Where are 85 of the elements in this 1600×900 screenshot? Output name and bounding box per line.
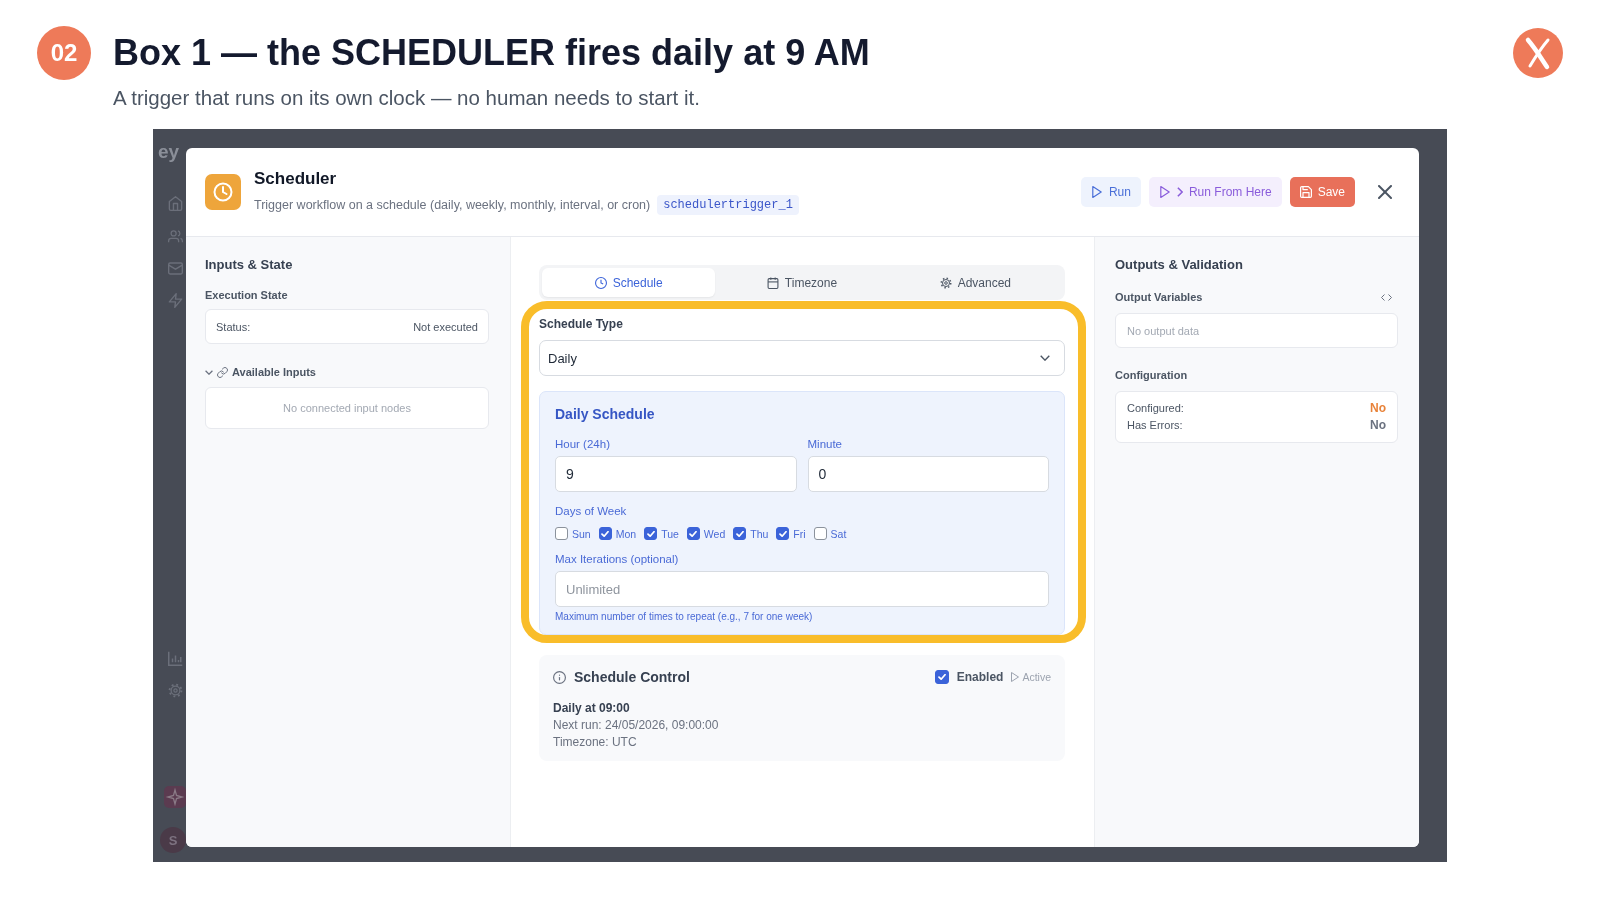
minute-input[interactable]: 0 bbox=[807, 456, 1049, 492]
tick-icon bbox=[689, 530, 698, 537]
field-label: Max Iterations (optional) bbox=[555, 552, 679, 566]
config-value: No bbox=[1370, 400, 1386, 417]
status-text: Active bbox=[1022, 671, 1051, 683]
play-icon bbox=[1090, 186, 1103, 198]
checkbox[interactable] bbox=[813, 527, 827, 540]
section-label: Execution State bbox=[205, 288, 288, 302]
tick-icon bbox=[778, 530, 787, 537]
day-label: Fri bbox=[793, 527, 806, 540]
config-label: Has Errors: bbox=[1127, 418, 1183, 433]
gear-icon[interactable] bbox=[168, 683, 183, 698]
checkbox[interactable] bbox=[555, 527, 568, 540]
step-number-badge: 02 bbox=[37, 26, 91, 80]
day-label: Mon bbox=[615, 527, 637, 540]
dialog-description: Trigger workflow on a schedule (daily, weekly, monthly, interval, or cron) bbox=[254, 198, 651, 212]
card-title: Schedule Control bbox=[574, 669, 690, 685]
tick-icon bbox=[646, 530, 655, 537]
empty-state-text: No connected input nodes bbox=[283, 402, 411, 414]
field-label: Days of Week bbox=[555, 504, 627, 518]
chevron-right-icon bbox=[1176, 187, 1183, 197]
panel-title: Inputs & State bbox=[205, 257, 293, 273]
run-button[interactable]: Run bbox=[1080, 177, 1141, 207]
available-inputs-toggle[interactable]: Available Inputs bbox=[205, 365, 316, 379]
clock-icon bbox=[205, 174, 241, 210]
dialog-title: Scheduler bbox=[254, 169, 337, 189]
checkbox[interactable] bbox=[934, 670, 949, 684]
day-label: Wed bbox=[703, 527, 726, 540]
field-label: Hour (24h) bbox=[555, 437, 610, 451]
bar-chart-icon[interactable] bbox=[168, 651, 183, 666]
checkbox[interactable] bbox=[644, 527, 658, 540]
mail-icon[interactable] bbox=[168, 261, 183, 276]
calendar-icon bbox=[766, 276, 779, 289]
chevron-down-icon bbox=[1040, 355, 1050, 361]
empty-state-text: No output data bbox=[1127, 324, 1200, 337]
section-label: Configuration bbox=[1115, 368, 1188, 382]
enabled-label: Enabled bbox=[956, 670, 1004, 684]
users-icon[interactable] bbox=[168, 229, 183, 244]
play-icon bbox=[1011, 672, 1020, 682]
config-value: No bbox=[1370, 417, 1386, 434]
tab[interactable]: Timezone bbox=[715, 268, 889, 297]
bolt-icon[interactable] bbox=[168, 293, 183, 308]
day-label: Thu bbox=[750, 527, 769, 540]
slide-subtitle: A trigger that runs on its own clock — no human needs to start it. bbox=[113, 86, 700, 110]
panel-title: Outputs & Validation bbox=[1115, 257, 1243, 273]
tick-icon bbox=[601, 530, 610, 537]
timezone-text: Timezone: UTC bbox=[553, 735, 637, 749]
hour-input[interactable]: 9 bbox=[555, 456, 797, 492]
code-icon[interactable] bbox=[1381, 293, 1392, 301]
tab[interactable]: Advanced bbox=[888, 268, 1062, 297]
status-value: Not executed bbox=[413, 320, 478, 333]
run-from-here-button[interactable]: Run From Here bbox=[1148, 177, 1282, 207]
tab[interactable]: Schedule bbox=[542, 268, 716, 297]
status-label: Status: bbox=[216, 320, 251, 333]
field-label: Minute bbox=[807, 437, 843, 451]
sparkle-icon[interactable] bbox=[164, 786, 186, 808]
day-label: Sat bbox=[830, 527, 847, 540]
info-icon bbox=[553, 670, 566, 684]
node-id-tag: schedulertrigger_1 bbox=[657, 195, 799, 215]
clock-icon bbox=[594, 276, 607, 289]
schedule-summary: Daily at 09:00 bbox=[553, 701, 630, 715]
checkbox[interactable] bbox=[776, 527, 790, 540]
slide-title: Box 1 — the SCHEDULER fires daily at 9 AM bbox=[113, 32, 870, 74]
close-icon[interactable] bbox=[1378, 185, 1392, 199]
field-label: Schedule Type bbox=[539, 317, 623, 331]
daily-schedule-title: Daily Schedule bbox=[555, 406, 655, 423]
play-icon bbox=[1158, 186, 1171, 198]
day-label: Sun bbox=[572, 527, 591, 540]
checkbox[interactable] bbox=[598, 527, 612, 540]
schedule-type-select[interactable]: Daily bbox=[539, 340, 1065, 376]
tick-icon bbox=[735, 530, 744, 537]
checkbox[interactable] bbox=[733, 527, 747, 540]
help-text: Maximum number of times to repeat (e.g., 7 for one week) bbox=[555, 611, 813, 623]
logo-icon bbox=[1513, 28, 1563, 78]
checkbox[interactable] bbox=[686, 527, 700, 540]
config-label: Configured: bbox=[1127, 401, 1184, 416]
link-icon bbox=[217, 366, 228, 378]
max-iterations-input[interactable]: Unlimited bbox=[555, 571, 1049, 607]
gear-icon bbox=[939, 276, 952, 289]
home-icon[interactable] bbox=[168, 196, 183, 211]
tick-icon bbox=[937, 674, 946, 680]
section-label: Output Variables bbox=[1115, 290, 1203, 304]
day-label: Tue bbox=[661, 527, 679, 540]
brand-text: ey bbox=[158, 141, 180, 163]
next-run-text: Next run: 24/05/2026, 09:00:00 bbox=[553, 718, 719, 732]
